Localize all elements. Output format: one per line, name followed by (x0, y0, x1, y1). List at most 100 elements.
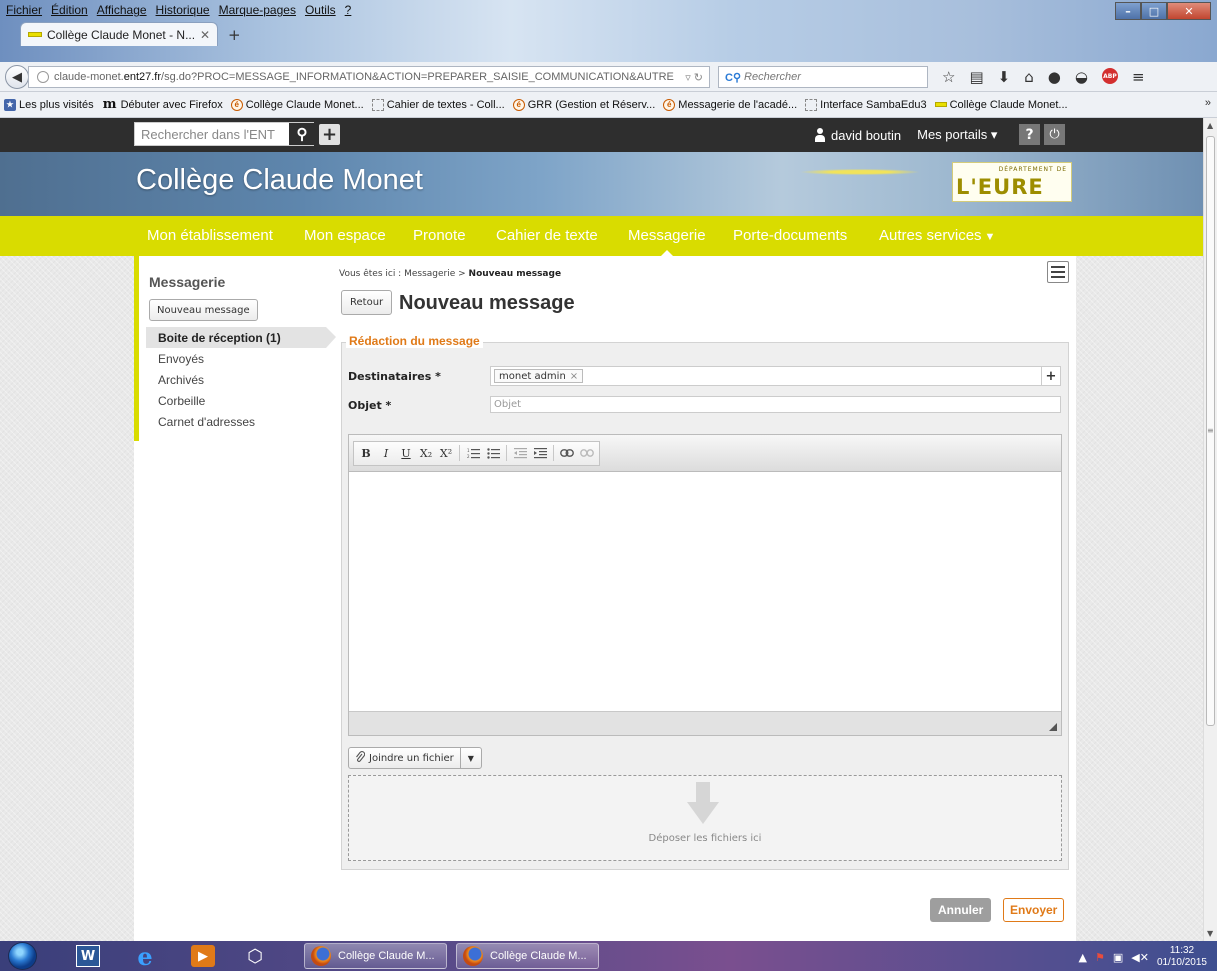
back-button[interactable]: Retour (341, 290, 393, 315)
bookmarks-bar: ★ Les plus visités m Débuter avec Firefox … (0, 92, 1217, 118)
clock[interactable]: 11:32 01/10/2015 (1157, 945, 1207, 969)
recipients-field[interactable]: monet admin × + (490, 366, 1061, 386)
site-title[interactable]: Collège Claude Monet (136, 164, 423, 197)
download-icon[interactable]: ⬇ (998, 68, 1011, 86)
attach-file-main[interactable]: Joindre un fichier (349, 748, 461, 768)
clock-date: 01/10/2015 (1156, 957, 1207, 968)
menu-icon[interactable] (1047, 261, 1069, 283)
new-message-button[interactable]: Nouveau message (149, 299, 258, 321)
menu-hamburger-icon[interactable]: ≡ (1132, 68, 1145, 86)
add-recipient-icon[interactable]: + (1041, 367, 1060, 385)
url-bar[interactable]: claude-monet. ent27.fr/sg.do?PROC=MESSAGE… (28, 66, 710, 88)
bookmarks-overflow-icon[interactable]: » (1205, 97, 1211, 109)
file-dropzone[interactable]: Déposer les fichiers ici (348, 775, 1062, 861)
nav-mon-espace[interactable]: Mon espace (304, 227, 386, 244)
add-icon[interactable]: + (319, 124, 340, 145)
subscript-icon[interactable]: X₂ (418, 444, 434, 462)
tray-expand-icon[interactable]: ▲ (1079, 951, 1087, 964)
sidebar-item-inbox[interactable]: Boite de réception (1) (146, 327, 336, 348)
menu-edit[interactable]: Édition (51, 3, 88, 19)
link-icon[interactable] (559, 444, 575, 462)
outdent-icon[interactable] (512, 444, 528, 462)
search-engine-icon[interactable]: C⚲ (725, 71, 741, 84)
scroll-down-icon[interactable]: ▼ (1207, 929, 1213, 938)
bookmark-item[interactable]: é Messagerie de l'acadé... (663, 98, 797, 111)
menu-help[interactable]: ? (345, 3, 352, 19)
ent-search-input[interactable]: Rechercher dans l'ENT ⚲ (134, 122, 315, 146)
menu-bookmarks[interactable]: Marque-pages (219, 3, 296, 19)
sidebar-item-sent[interactable]: Envoyés (146, 348, 326, 369)
taskbar-firefox-window[interactable]: Collège Claude M... (456, 943, 599, 969)
reload-icon[interactable]: ▿ ↻ (679, 71, 709, 84)
nav-pronote[interactable]: Pronote (413, 227, 466, 244)
bookmark-item[interactable]: Interface SambaEdu3 (805, 98, 927, 111)
help-button[interactable]: ? (1019, 124, 1040, 145)
unlink-icon[interactable] (579, 444, 595, 462)
sidebar-item-archived[interactable]: Archivés (146, 369, 326, 390)
network-icon[interactable]: ▣ (1113, 951, 1123, 964)
back-arrow-icon[interactable]: ◀ (5, 65, 29, 89)
nav-messagerie[interactable]: Messagerie (628, 227, 706, 244)
volume-muted-icon[interactable]: ◀✕ (1131, 951, 1149, 964)
scroll-up-icon[interactable]: ▲ (1207, 121, 1213, 130)
bookmark-item[interactable]: Cahier de textes - Coll... (371, 98, 505, 111)
underline-icon[interactable]: U (398, 444, 414, 462)
menu-tools[interactable]: Outils (305, 3, 336, 19)
user-name[interactable]: david boutin (831, 128, 901, 143)
network-app-icon[interactable]: ⬡ (243, 945, 267, 967)
bookmark-item[interactable]: é GRR (Gestion et Réserv... (512, 98, 655, 111)
sidebar-item-trash[interactable]: Corbeille (146, 390, 326, 411)
bold-icon[interactable]: B (358, 444, 374, 462)
menu-history[interactable]: Historique (156, 3, 210, 19)
action-center-flag-icon[interactable]: ⚑ (1095, 951, 1105, 964)
bookmark-item[interactable]: m Débuter avec Firefox (102, 97, 223, 112)
chat-icon[interactable]: ● (1048, 68, 1061, 86)
nav-autres-services[interactable]: Autres services ▼ (879, 227, 995, 244)
menu-view[interactable]: Affichage (97, 3, 147, 19)
nav-mon-etablissement[interactable]: Mon établissement (147, 227, 273, 244)
internet-explorer-icon[interactable]: e (133, 942, 157, 971)
nav-cahier-de-texte[interactable]: Cahier de texte (496, 227, 598, 244)
maximize-icon[interactable]: □ (1141, 2, 1167, 20)
new-tab-icon[interactable]: + (228, 26, 241, 44)
taskbar-firefox-window[interactable]: Collège Claude M... (304, 943, 447, 969)
search-icon[interactable]: ⚲ (289, 123, 315, 145)
portals-menu[interactable]: Mes portails ▾ (917, 127, 997, 143)
firefox-icon (311, 946, 331, 966)
menu-file[interactable]: Fichier (6, 3, 42, 19)
media-player-icon[interactable]: ▶ (191, 945, 215, 967)
subject-input[interactable]: Objet (490, 396, 1061, 413)
nav-porte-documents[interactable]: Porte-documents (733, 227, 847, 244)
editor-body[interactable] (349, 472, 1061, 711)
word-icon[interactable]: W (76, 945, 100, 967)
bookmark-star-icon[interactable]: ☆ (942, 68, 955, 86)
remove-recipient-icon[interactable]: × (570, 371, 578, 382)
power-icon[interactable]: ⏻ (1044, 124, 1065, 145)
windows-start-icon[interactable] (8, 942, 37, 970)
reading-list-icon[interactable]: ▤ (969, 68, 983, 86)
adblock-icon[interactable]: ABP (1101, 68, 1118, 84)
indent-icon[interactable] (532, 444, 548, 462)
superscript-icon[interactable]: X² (438, 444, 454, 462)
attach-dropdown-icon[interactable]: ▼ (461, 754, 481, 763)
bookmark-label: Les plus visités (19, 98, 94, 111)
bookmark-item[interactable]: Collège Claude Monet... (934, 99, 1068, 111)
browser-search-field[interactable]: C⚲ Rechercher (718, 66, 928, 88)
bulleted-list-icon[interactable] (485, 444, 501, 462)
attach-file-button[interactable]: Joindre un fichier ▼ (348, 747, 482, 769)
close-window-icon[interactable]: ✕ (1167, 2, 1211, 20)
numbered-list-icon[interactable]: 12 (465, 444, 481, 462)
bookmark-item[interactable]: ★ Les plus visités (4, 98, 94, 111)
cancel-button[interactable]: Annuler (930, 898, 992, 922)
page-scrollbar[interactable]: ▲ ≡ ▼ (1203, 118, 1217, 941)
send-button[interactable]: Envoyer (1003, 898, 1065, 922)
browser-tab[interactable]: Collège Claude Monet - N... ✕ (20, 22, 218, 46)
sidebar-item-address-book[interactable]: Carnet d'adresses (146, 411, 326, 432)
minimize-icon[interactable]: – (1115, 2, 1141, 20)
pocket-icon[interactable]: ◒ (1075, 68, 1088, 86)
italic-icon[interactable]: I (378, 444, 394, 462)
tab-close-icon[interactable]: ✕ (200, 28, 210, 42)
home-icon[interactable]: ⌂ (1024, 68, 1034, 86)
bookmark-item[interactable]: é Collège Claude Monet... (230, 98, 364, 111)
resize-handle-icon[interactable] (1049, 723, 1057, 731)
